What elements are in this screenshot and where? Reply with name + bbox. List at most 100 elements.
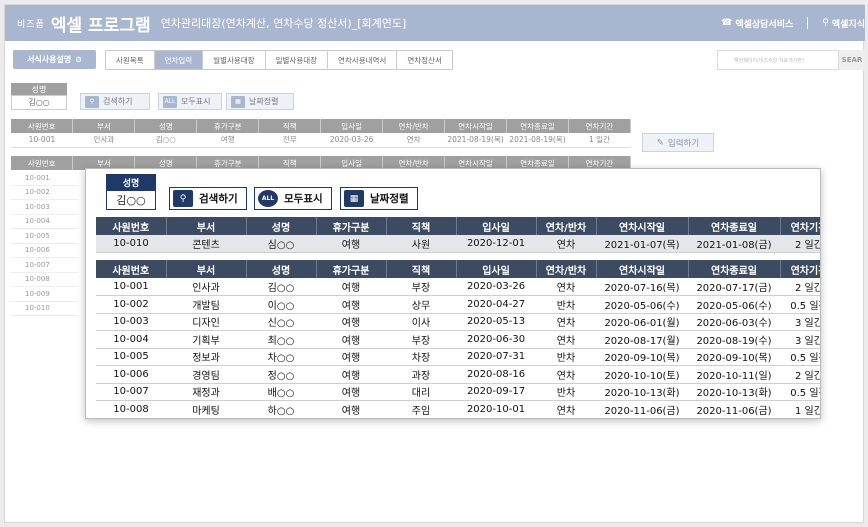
table-cell[interactable]: 1 일간 <box>568 133 631 148</box>
name-value-bg[interactable]: 김○○ <box>11 95 67 110</box>
table-cell: 기획부 <box>166 330 246 349</box>
name-label-bg: 성명 <box>11 83 67 95</box>
table-cell[interactable]: 연차 <box>382 133 445 148</box>
list-item: 10-009 <box>11 287 77 302</box>
calendar-icon: ▦ <box>344 190 364 207</box>
site-search-button[interactable]: SEAR <box>839 50 865 70</box>
table-cell: 연차 <box>536 278 596 296</box>
table-cell: 0.5 일간 <box>780 383 820 401</box>
table-cell: 2020-07-16(목) <box>596 278 688 296</box>
table-cell: 주임 <box>386 400 456 418</box>
show-all-button-bg[interactable]: ALL 모두표시 <box>158 93 222 110</box>
column-header: 연차/반차 <box>536 217 597 235</box>
column-header: 성명 <box>134 119 198 133</box>
column-header: 직책 <box>386 260 457 278</box>
table-cell[interactable]: 인사과 <box>72 133 135 148</box>
table-cell[interactable]: 여행 <box>316 235 386 253</box>
table-cell[interactable]: 전무 <box>258 133 321 148</box>
tab-1[interactable]: 연차입력 <box>154 51 204 69</box>
column-header: 직책 <box>386 217 457 235</box>
tab-5[interactable]: 연차정산서 <box>397 51 452 69</box>
column-header: 휴가구분 <box>196 119 260 133</box>
table-cell <box>688 418 780 419</box>
name-label: 성명 <box>106 174 156 190</box>
table-row-partial <box>96 418 821 419</box>
table-cell[interactable]: 연차 <box>536 235 596 253</box>
table-cell[interactable]: 2020-03-26 <box>320 133 383 148</box>
table-cell[interactable]: 2020-12-01 <box>456 235 536 253</box>
table-cell[interactable]: 10-010 <box>96 235 166 253</box>
table-cell[interactable]: 2021-08-19(목) <box>444 133 507 148</box>
show-all-button[interactable]: ALL 모두표시 <box>254 187 332 210</box>
table-cell: 2020-06-01(월) <box>596 313 688 331</box>
table-cell: 반차 <box>536 348 596 366</box>
tab-4[interactable]: 연차사용내역서 <box>328 51 398 69</box>
search-button[interactable]: ⚲ 검색하기 <box>169 187 247 210</box>
table-cell: 3 일간 <box>780 330 820 349</box>
tab-2[interactable]: 월별사용대장 <box>203 51 266 69</box>
location-pin-icon: ⚲ <box>822 18 829 28</box>
table-cell[interactable]: 콘텐츠 <box>166 235 246 253</box>
table-cell: 재정과 <box>166 383 246 401</box>
table-row[interactable]: 10-001 인사과 김○○ 여행 부장 2020-03-26 연차 2020-07-16(목… <box>96 278 820 296</box>
table-row[interactable]: 10-003 디자인 신○○ 여행 이사 2020-05-13 연차 2020-06-01(월… <box>96 313 820 331</box>
table-cell[interactable]: 김○○ <box>134 133 197 148</box>
table-row[interactable]: 10-006 경영팀 정○○ 여행 과장 2020-08-16 연차 2020-10-10(토… <box>96 365 820 384</box>
table-cell: 경영팀 <box>166 365 246 384</box>
column-header: 연차종료일 <box>688 260 781 278</box>
table-cell: 여행 <box>316 330 386 349</box>
table-cell: 10-007 <box>96 383 166 401</box>
name-value-field[interactable]: 김○○ <box>106 190 156 210</box>
column-header: 연차종료일 <box>506 119 569 133</box>
table-cell[interactable]: 2021-01-07(목) <box>596 235 688 253</box>
table-cell: 0.5 일간 <box>780 295 820 314</box>
all-icon: ALL <box>258 190 278 207</box>
table-row[interactable]: 10-002 개발팀 이○○ 여행 상무 2020-04-27 반차 2020-05-06(수… <box>96 295 820 314</box>
table-cell[interactable]: 2 일간 <box>780 235 820 253</box>
table-row[interactable]: 10-007 재정과 배○○ 여행 대리 2020-09-17 반차 2020-10-13(화… <box>96 383 820 401</box>
table-cell: 상무 <box>386 295 456 314</box>
table-cell: 2020-08-17(월) <box>596 330 688 349</box>
consult-link[interactable]: ☎ 엑셀상담서비스 <box>721 17 793 30</box>
table-cell: 2020-04-27 <box>456 295 536 314</box>
table-cell: 신○○ <box>246 313 316 331</box>
table-cell[interactable]: 2021-01-08(금) <box>688 235 780 253</box>
knowledge-link[interactable]: ⚲ 엑셀지식 <box>822 17 865 30</box>
table-cell: 차○○ <box>246 348 316 366</box>
brand-small: 비즈폼 <box>17 19 45 30</box>
column-header: 연차시작일 <box>444 119 507 133</box>
table-row[interactable]: 10-004 기획부 최○○ 여행 부장 2020-06-30 연차 2020-08-17(월… <box>96 330 820 349</box>
tab-0[interactable]: 사원목록 <box>106 51 155 69</box>
column-header: 연차기간 <box>780 217 820 235</box>
table-cell: 10-001 <box>96 278 166 296</box>
table-row[interactable]: 10-005 정보과 차○○ 여행 차장 2020-07-31 반차 2020-09-10(목… <box>96 348 820 366</box>
table-cell: 2020-03-26 <box>456 278 536 296</box>
site-search-input[interactable]: 해당페이지(비즈수당 자료게시판) <box>717 50 839 70</box>
table-cell[interactable]: 10-001 <box>11 133 73 148</box>
pencil-icon: ✎ <box>656 137 664 148</box>
table-cell <box>536 418 596 419</box>
table-cell[interactable]: 사원 <box>386 235 456 253</box>
tab-3[interactable]: 일별사용대장 <box>265 51 329 69</box>
brand-title: 엑셀 프로그램 <box>50 15 151 36</box>
top-right-menu: ☎ 엑셀상담서비스 ⚲ 엑셀지식 <box>721 5 865 41</box>
table-cell: 10-006 <box>96 365 166 384</box>
list-item: 10-001 <box>11 171 77 186</box>
sort-date-button-bg[interactable]: ▦ 날짜정렬 <box>226 93 294 110</box>
search-button-bg[interactable]: ⚲ 검색하기 <box>80 93 150 110</box>
table-cell <box>596 418 688 419</box>
table-cell[interactable]: 여행 <box>196 133 259 148</box>
input-button[interactable]: ✎ 입력하기 <box>642 133 714 152</box>
table-row[interactable]: 10-008 마케팅 하○○ 여행 주임 2020-10-01 연차 2020-11-06(금… <box>96 400 820 418</box>
table-cell[interactable]: 심○○ <box>246 235 316 253</box>
table-cell: 인사과 <box>166 278 246 296</box>
table-cell: 10-008 <box>96 400 166 418</box>
table-cell <box>246 418 316 419</box>
guide-button[interactable]: 서식사용설명 ⊙ <box>13 50 96 69</box>
table-cell: 2020-10-13(화) <box>596 383 688 401</box>
table-cell[interactable]: 2021-08-19(목) <box>506 133 569 148</box>
table-cell <box>456 418 536 419</box>
sort-date-button[interactable]: ▦ 날짜정렬 <box>340 187 418 210</box>
all-icon: ALL <box>163 95 177 108</box>
top-bar: 비즈폼 엑셀 프로그램 연차관리대장(연차계산, 연차수당 정산서)_[회계연도… <box>5 5 865 41</box>
